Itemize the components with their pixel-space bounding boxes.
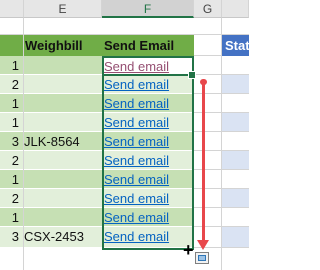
column-header-e[interactable]: E [24,0,102,18]
send-email-link[interactable]: Send email [104,208,169,227]
cell-g[interactable] [194,132,221,151]
cell-g[interactable] [194,75,221,94]
cell-h[interactable] [222,56,249,75]
count-cell[interactable]: 1 [0,170,19,189]
send-email-link[interactable]: Send email [104,189,169,208]
column-header-f[interactable]: F [102,0,194,18]
send-email-link[interactable]: Send email [104,227,169,246]
status-header[interactable]: Stat [222,35,249,56]
spreadsheet: E F G Weighbill Send Email Stat 1 2 Send… [0,0,249,270]
table-row: 3 JLK-8564 Send email [0,132,194,151]
send-email-link-active[interactable]: Send email [104,57,169,76]
table-row: 2 Send email [0,75,194,94]
cell-h[interactable] [222,132,249,151]
drag-arrow-line [202,82,205,242]
cell-h[interactable] [222,189,249,208]
table-row: 1 Send email [0,94,194,113]
active-cell[interactable]: Send email [102,56,194,76]
table-row: 1 Send email [0,208,194,227]
autofill-options-icon[interactable] [195,252,209,264]
cell-g[interactable] [194,189,221,208]
column-header-d[interactable] [0,0,24,18]
count-cell[interactable]: 3 [0,227,19,246]
drag-arrow-head [197,240,209,250]
cell-g[interactable] [194,56,221,75]
weighbill-header[interactable]: Weighbill [25,35,83,56]
weighbill-cell[interactable]: CSX-2453 [24,227,84,246]
cell-g[interactable] [194,208,221,227]
cell-g[interactable] [194,94,221,113]
table-row: 2 Send email [0,189,194,208]
count-cell[interactable]: 2 [0,151,19,170]
blank-row [0,18,249,35]
column-header-g[interactable]: G [194,0,222,18]
column-header-h[interactable] [222,0,249,18]
table-row: 1 Send email [0,113,194,132]
gridline [221,18,222,270]
count-cell[interactable]: 1 [0,56,19,75]
gridline [23,18,24,270]
table-row: 2 Send email [0,151,194,170]
cell-h[interactable] [222,227,249,248]
cell-h[interactable] [222,151,249,170]
send-email-header[interactable]: Send Email [104,35,174,56]
cell-h[interactable] [222,170,249,189]
cell-h[interactable] [222,75,249,94]
cell-h[interactable] [222,113,249,132]
count-cell[interactable]: 1 [0,113,19,132]
send-email-link[interactable]: Send email [104,151,169,170]
cell-g[interactable] [194,170,221,189]
count-cell[interactable]: 3 [0,132,19,151]
count-cell[interactable]: 1 [0,208,19,227]
send-email-link[interactable]: Send email [104,132,169,151]
weighbill-cell[interactable]: JLK-8564 [24,132,80,151]
fill-handle-icon[interactable] [188,71,196,79]
count-cell[interactable]: 1 [0,94,19,113]
send-email-link[interactable]: Send email [104,113,169,132]
send-email-link[interactable]: Send email [104,94,169,113]
cell-h[interactable] [222,94,249,113]
empty-row [0,248,194,270]
send-email-link[interactable]: Send email [104,75,169,94]
table-row: 1 Send email [0,170,194,189]
send-email-link[interactable]: Send email [104,170,169,189]
count-cell[interactable]: 2 [0,189,19,208]
crosshair-cursor-icon: + [183,240,194,260]
cell-g-header[interactable] [194,35,221,56]
table-row: 3 CSX-2453 Send email [0,227,194,248]
count-cell[interactable]: 2 [0,75,19,94]
cell-g[interactable] [194,113,221,132]
cell-h[interactable] [222,208,249,227]
cell-g[interactable] [194,151,221,170]
